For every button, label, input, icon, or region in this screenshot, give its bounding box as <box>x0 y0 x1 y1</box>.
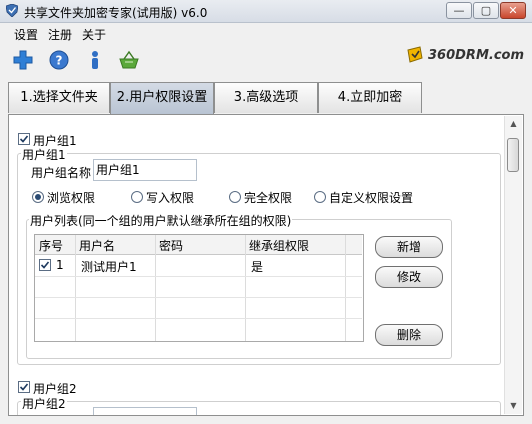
row-index: 1 <box>56 258 64 272</box>
user-table-header: 序号 用户名 密码 继承组权限 <box>35 235 362 255</box>
group1-frame-label: 用户组1 <box>21 146 67 163</box>
radio-custom[interactable] <box>314 191 326 203</box>
brand-logo-icon <box>407 46 423 63</box>
scroll-down-icon[interactable]: ▼ <box>505 398 522 414</box>
group2-frame <box>17 401 501 415</box>
brand-text: 360DRM.com <box>428 48 524 63</box>
group2-checkbox[interactable] <box>18 381 30 393</box>
tab-encrypt-now[interactable]: 4.立即加密 <box>318 82 422 113</box>
col-inherit: 继承组权限 <box>249 239 310 253</box>
radio-full[interactable] <box>229 191 241 203</box>
scroll-up-icon[interactable]: ▲ <box>505 116 522 132</box>
maximize-button[interactable]: ▢ <box>473 2 499 19</box>
basket-icon[interactable] <box>118 49 140 71</box>
row-checkbox[interactable] <box>39 259 51 271</box>
radio-browse-label: 浏览权限 <box>47 191 96 205</box>
brand-logo: 360DRM.com <box>407 46 524 63</box>
radio-custom-label: 自定义权限设置 <box>329 191 414 205</box>
col-index: 序号 <box>39 239 64 253</box>
add-user-button[interactable]: 新增 <box>375 236 443 258</box>
group2-name-input[interactable] <box>93 407 197 415</box>
vertical-scrollbar[interactable]: ▲ ▼ <box>504 116 522 414</box>
radio-write-label: 写入权限 <box>146 191 195 205</box>
tab-select-folder[interactable]: 1.选择文件夹 <box>8 82 110 113</box>
menu-bar: 设置 注册 关于 <box>0 23 532 43</box>
help-icon[interactable]: ? <box>48 49 70 71</box>
info-icon[interactable] <box>84 49 106 71</box>
tab-strip: 1.选择文件夹 2.用户权限设置 3.高级选项 4.立即加密 <box>8 82 524 114</box>
group-name-label: 用户组名称 <box>31 166 92 180</box>
user-list-label: 用户列表(同一个组的用户默认继承所在组的权限) <box>29 212 293 229</box>
row-inherit: 是 <box>251 260 264 274</box>
group1-checkbox[interactable] <box>18 133 30 145</box>
menu-about[interactable]: 关于 <box>82 26 106 43</box>
tab-advanced-options[interactable]: 3.高级选项 <box>214 82 318 113</box>
edit-user-button[interactable]: 修改 <box>375 266 443 288</box>
permissions-panel: 用户组1 用户组1 用户组名称 用户组1 浏览权限 写入权限 完全权限 自定义权… <box>8 114 524 416</box>
close-button[interactable]: ✕ <box>500 2 526 19</box>
menu-settings[interactable]: 设置 <box>14 26 38 43</box>
col-username: 用户名 <box>79 239 116 253</box>
menu-register[interactable]: 注册 <box>48 26 72 43</box>
svg-text:?: ? <box>56 54 63 68</box>
title-bar: 共享文件夹加密专家(试用版) v6.0 — ▢ ✕ <box>0 0 532 23</box>
group2-frame-label: 用户组2 <box>21 395 67 412</box>
group-name-input[interactable]: 用户组1 <box>93 159 197 181</box>
row-username: 测试用户1 <box>81 260 137 274</box>
delete-user-button[interactable]: 删除 <box>375 324 443 346</box>
radio-browse[interactable] <box>32 191 44 203</box>
radio-write[interactable] <box>131 191 143 203</box>
plus-icon[interactable] <box>12 49 34 71</box>
app-shield-icon <box>6 4 18 17</box>
user-table: 序号 用户名 密码 继承组权限 1 测试用户1 是 <box>34 234 364 342</box>
col-password: 密码 <box>159 239 184 253</box>
window-title: 共享文件夹加密专家(试用版) v6.0 <box>24 6 208 20</box>
scroll-thumb[interactable] <box>507 138 519 172</box>
tab-user-permissions[interactable]: 2.用户权限设置 <box>110 82 214 114</box>
minimize-button[interactable]: — <box>446 2 472 19</box>
radio-full-label: 完全权限 <box>244 191 293 205</box>
